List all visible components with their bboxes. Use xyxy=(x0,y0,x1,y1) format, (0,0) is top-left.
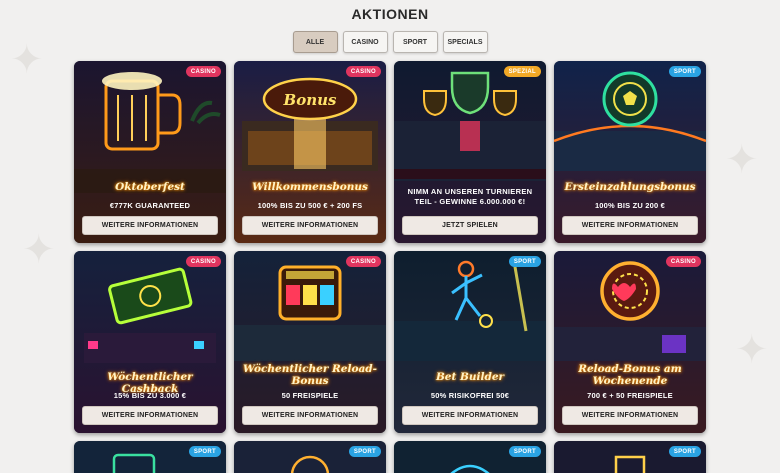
promo-card-partial[interactable]: SPORT xyxy=(554,441,706,473)
promo-subtitle: 700 € + 50 FREISPIELE xyxy=(587,391,673,400)
promo-card-cashback[interactable]: CASINO Wöchentlicher Cashback 15% BIS ZU… xyxy=(74,251,226,433)
promo-card-partial[interactable]: SPORT xyxy=(74,441,226,473)
category-badge: SPORT xyxy=(508,256,541,267)
more-info-button[interactable]: WEITERE INFORMATIONEN xyxy=(562,406,698,425)
promo-card-oktoberfest[interactable]: CASINO Oktoberfest €777K GUARANTEED WEIT… xyxy=(74,61,226,243)
more-info-button[interactable]: WEITERE INFORMATIONEN xyxy=(242,216,378,235)
category-badge: SPORT xyxy=(668,446,701,457)
play-now-button[interactable]: JETZT SPIELEN xyxy=(402,216,538,235)
more-info-button[interactable]: WEITERE INFORMATIONEN xyxy=(82,406,218,425)
filter-tab-specials[interactable]: SPECIALS xyxy=(442,31,488,53)
promotions-grid: CASINO Oktoberfest €777K GUARANTEED WEIT… xyxy=(74,61,707,473)
category-badge: CASINO xyxy=(185,66,221,77)
filter-tab-casino[interactable]: CASINO xyxy=(342,31,388,53)
promo-card-ersteinzahlungsbonus[interactable]: SPORT Ersteinzahlungsbonus 100% BIS ZU 2… xyxy=(554,61,706,243)
page-title: AKTIONEN xyxy=(351,6,429,22)
promo-subtitle: 100% BIS ZU 200 € xyxy=(594,201,666,210)
promo-title: Bet Builder xyxy=(435,371,505,383)
more-info-button[interactable]: WEITERE INFORMATIONEN xyxy=(402,406,538,425)
category-badge: CASINO xyxy=(345,66,381,77)
promo-title: Oktoberfest xyxy=(115,181,185,193)
more-info-button[interactable]: WEITERE INFORMATIONEN xyxy=(82,216,218,235)
promo-card-turniere[interactable]: SPEZIAL NIMM AN UNSEREN TURNIEREN TEIL -… xyxy=(394,61,546,243)
promo-title: Ersteinzahlungsbonus xyxy=(564,181,696,193)
category-badge: CASINO xyxy=(665,256,701,267)
promo-card-partial[interactable]: SPORT xyxy=(234,441,386,473)
filter-tab-sport[interactable]: SPORT xyxy=(392,31,438,53)
category-badge: CASINO xyxy=(345,256,381,267)
promo-subtitle: 50% RISIKOFREI 50€ xyxy=(430,391,510,400)
promo-title: Wöchentlicher Reload-Bonus xyxy=(243,363,377,387)
promo-subtitle: €777K GUARANTEED xyxy=(109,201,191,210)
category-badge: SPORT xyxy=(188,446,221,457)
promo-card-reload-bonus[interactable]: CASINO Wöchentlicher Reload-Bonus 50 FRE… xyxy=(234,251,386,433)
promo-card-bet-builder[interactable]: SPORT Bet Builder 50% RISIKOFREI 50€ WEI… xyxy=(394,251,546,433)
bonus-sign-text: Bonus xyxy=(283,91,337,109)
background-star-decoration: ✦ xyxy=(735,328,769,372)
category-badge: CASINO xyxy=(185,256,221,267)
category-badge: SPORT xyxy=(348,446,381,457)
category-badge: SPEZIAL xyxy=(503,66,541,77)
filter-tabs: ALLE CASINO SPORT SPECIALS xyxy=(0,31,780,53)
promo-card-partial[interactable]: SPORT xyxy=(394,441,546,473)
category-badge: SPORT xyxy=(668,66,701,77)
promo-title: NIMM AN UNSEREN TURNIEREN TEIL - GEWINNE… xyxy=(407,187,533,206)
more-info-button[interactable]: WEITERE INFORMATIONEN xyxy=(562,216,698,235)
promo-subtitle: 100% BIS ZU 500 € + 200 FS xyxy=(257,201,363,210)
filter-tab-alle[interactable]: ALLE xyxy=(292,31,338,53)
promo-subtitle: 50 FREISPIELE xyxy=(281,391,339,400)
promo-subtitle: 15% BIS ZU 3.000 € xyxy=(113,391,187,400)
more-info-button[interactable]: WEITERE INFORMATIONEN xyxy=(242,406,378,425)
background-star-decoration: ✦ xyxy=(22,228,56,272)
promo-card-weekend-reload[interactable]: CASINO Reload-Bonus am Wochenende 700 € … xyxy=(554,251,706,433)
promo-title: Reload-Bonus am Wochenende xyxy=(578,363,682,387)
background-star-decoration: ✦ xyxy=(725,138,759,182)
promo-title: Willkommensbonus xyxy=(252,181,368,193)
promo-card-willkommensbonus[interactable]: Bonus CASINO Willkommensbonus 100% BIS Z… xyxy=(234,61,386,243)
category-badge: SPORT xyxy=(508,446,541,457)
